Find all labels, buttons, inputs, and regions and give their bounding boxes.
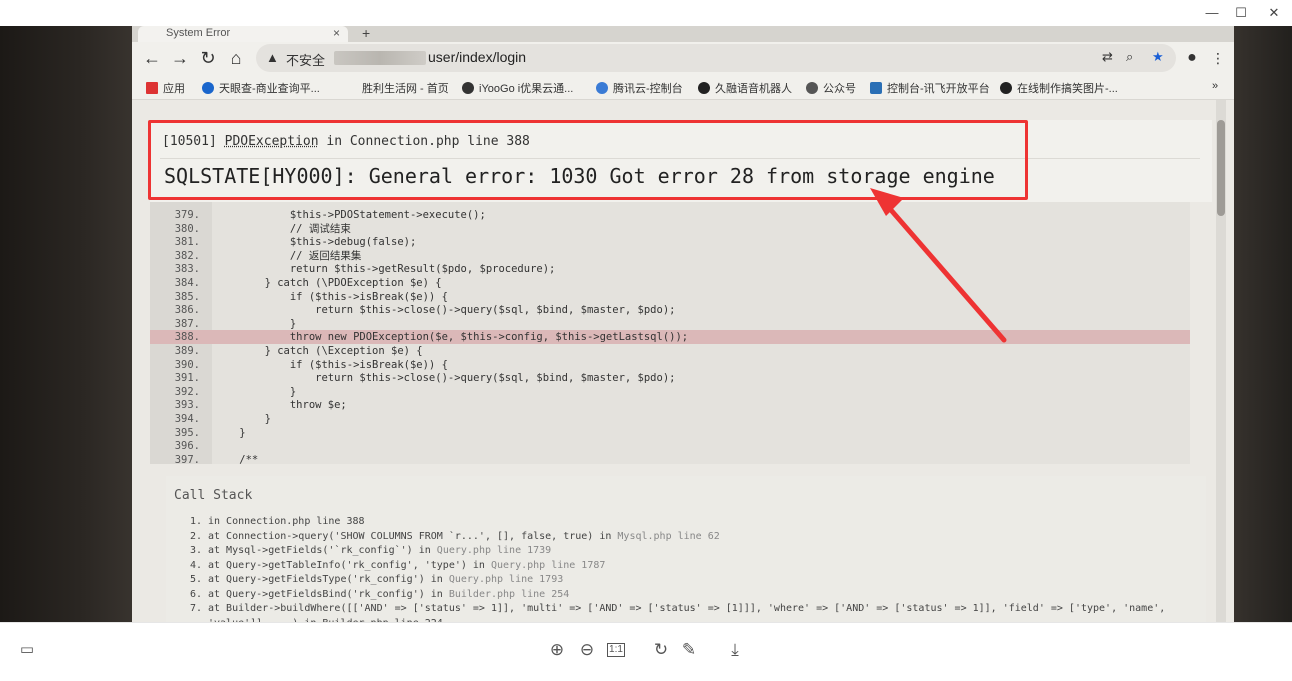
browser-screen: System Error × + ← → ↻ ⌂ ▲ 不安全 user/inde… — [132, 26, 1234, 622]
viewer-title-bar: — ☐ ✕ — [0, 0, 1292, 26]
thumbnail-strip-icon[interactable]: ▭ — [16, 639, 38, 661]
actual-size-button[interactable]: 1:1 — [607, 643, 625, 657]
zoom-out-icon[interactable]: ⊖ — [576, 639, 598, 661]
rotate-icon[interactable]: ↻ — [650, 639, 672, 661]
annotation-arrow — [870, 188, 1007, 343]
edit-pen-icon[interactable]: ✎ — [678, 639, 700, 661]
viewer-toolbar: ▭ ⊕ ⊖ 1:1 ↻ ✎ ⤓ — [0, 622, 1292, 681]
photo-canvas: System Error × + ← → ↻ ⌂ ▲ 不安全 user/inde… — [0, 26, 1292, 622]
minimize-button[interactable]: — — [1202, 4, 1222, 22]
maximize-button[interactable]: ☐ — [1231, 4, 1251, 22]
image-viewer-window: — ☐ ✕ System Error × + ← → ↻ ⌂ ▲ 不安全 use… — [0, 0, 1292, 681]
download-icon[interactable]: ⤓ — [724, 639, 746, 661]
zoom-in-icon[interactable]: ⊕ — [546, 639, 568, 661]
close-button[interactable]: ✕ — [1264, 4, 1284, 22]
monitor-bezel-left — [0, 26, 140, 622]
